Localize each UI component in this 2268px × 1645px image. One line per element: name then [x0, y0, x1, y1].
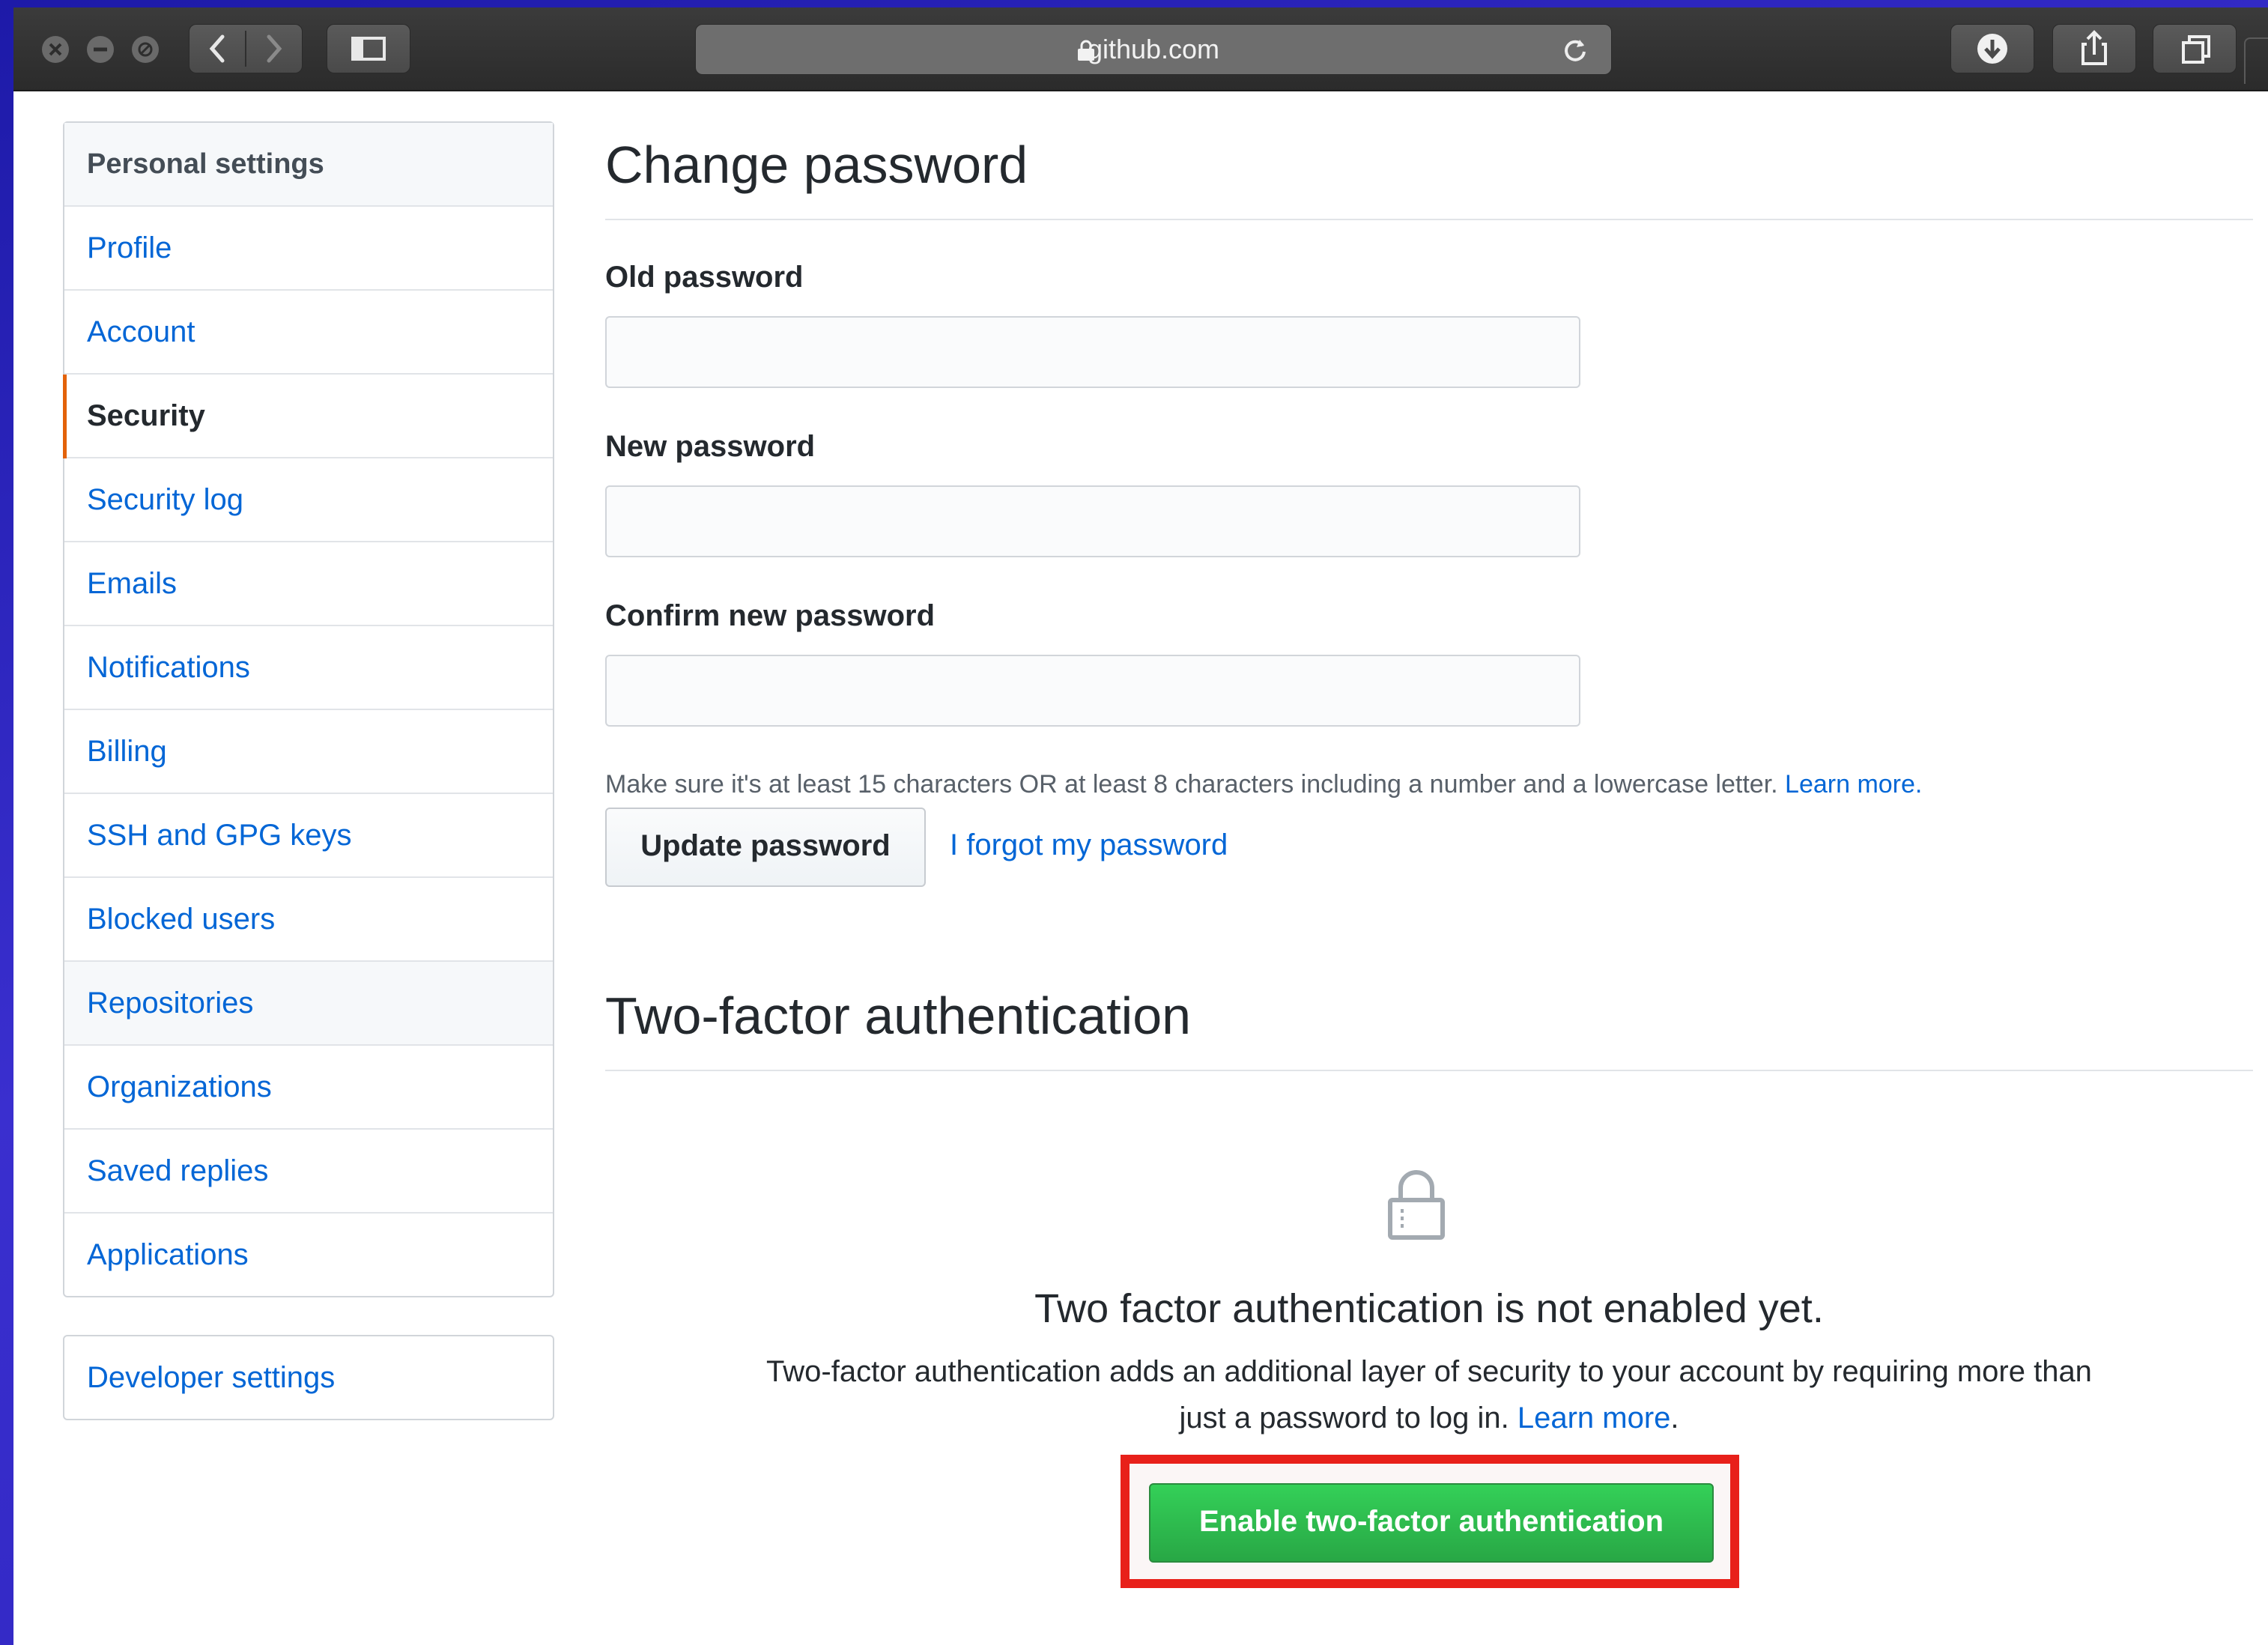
confirm-password-label: Confirm new password [605, 599, 936, 632]
enable-two-factor-button[interactable]: Enable two-factor authentication [1149, 1483, 1714, 1563]
reload-icon[interactable] [1560, 35, 1590, 65]
forward-icon [267, 34, 282, 63]
sidebar-toggle-button[interactable] [327, 24, 410, 73]
update-password-button[interactable]: Update password [605, 808, 926, 887]
password-hint-text: Make sure it's at least 15 characters OR… [605, 770, 1778, 799]
password-hint: Make sure it's at least 15 characters OR… [605, 770, 1922, 799]
sidebar-item-account[interactable]: Account [64, 291, 553, 375]
section-divider [605, 219, 2253, 220]
minimize-icon[interactable] [87, 36, 114, 63]
sidebar-item-saved-replies[interactable]: Saved replies [64, 1130, 553, 1214]
new-password-label: New password [605, 430, 816, 463]
developer-settings-menu: Developer settings [63, 1335, 554, 1420]
download-button[interactable] [1950, 24, 2034, 73]
forgot-password-link[interactable]: I forgot my password [950, 828, 1228, 862]
address-bar[interactable]: github.com [695, 24, 1612, 75]
sidebar-item-security[interactable]: Security [63, 375, 553, 458]
toolbar-edge [2244, 37, 2268, 84]
two-factor-description-line-1: Two-factor authentication adds an additi… [766, 1355, 2092, 1388]
change-password-title: Change password [605, 136, 1028, 194]
close-icon[interactable] [42, 36, 69, 63]
back-button[interactable] [189, 25, 245, 73]
two-factor-status-heading: Two factor authentication is not enabled… [1034, 1286, 1824, 1331]
share-button[interactable] [2052, 24, 2136, 73]
lock-icon [1388, 1170, 1445, 1240]
download-icon [1977, 34, 2007, 64]
sidebar-item-notifications[interactable]: Notifications [64, 626, 553, 710]
confirm-password-input[interactable] [605, 655, 1580, 727]
sidebar-item-repositories[interactable]: Repositories [64, 962, 553, 1046]
sidebar-toggle-icon [351, 37, 386, 61]
two-factor-learn-more-link[interactable]: Learn more [1517, 1402, 1671, 1435]
two-factor-description-line-2: just a password to log in. Learn more. [688, 1395, 2171, 1441]
fullscreen-icon[interactable] [132, 36, 159, 63]
share-icon [2081, 30, 2107, 65]
forward-button[interactable] [246, 25, 302, 73]
browser-window: github.com Personal settings Profile Acc… [13, 7, 2268, 1645]
two-factor-title: Two-factor authentication [605, 987, 1192, 1045]
two-factor-description-period: . [1670, 1402, 1679, 1435]
sidebar-item-blocked-users[interactable]: Blocked users [64, 878, 553, 962]
sidebar-item-ssh-gpg-keys[interactable]: SSH and GPG keys [64, 794, 553, 878]
two-factor-description: Two-factor authentication adds an additi… [688, 1348, 2171, 1441]
old-password-label: Old password [605, 261, 804, 294]
section-divider [605, 1070, 2253, 1071]
new-password-input[interactable] [605, 485, 1580, 557]
url-text: github.com [1087, 34, 1220, 64]
personal-settings-menu: Personal settings Profile Account Securi… [63, 121, 554, 1297]
nav-buttons [189, 24, 303, 73]
tabs-button[interactable] [2153, 24, 2237, 73]
back-icon [209, 34, 225, 63]
sidebar-item-developer-settings[interactable]: Developer settings [64, 1336, 553, 1419]
lock-icon [1078, 40, 1094, 61]
menu-heading: Personal settings [64, 123, 553, 207]
sidebar-item-billing[interactable]: Billing [64, 710, 553, 794]
old-password-input[interactable] [605, 316, 1580, 388]
tabs-icon [2182, 35, 2210, 64]
sidebar-item-organizations[interactable]: Organizations [64, 1046, 553, 1130]
password-hint-learn-more-link[interactable]: Learn more. [1785, 770, 1922, 799]
two-factor-description-text: just a password to log in. [1179, 1402, 1509, 1435]
sidebar-item-emails[interactable]: Emails [64, 542, 553, 626]
browser-toolbar: github.com [13, 7, 2268, 91]
sidebar-item-profile[interactable]: Profile [64, 207, 553, 291]
sidebar-item-security-log[interactable]: Security log [64, 458, 553, 542]
sidebar-item-applications[interactable]: Applications [64, 1214, 553, 1296]
